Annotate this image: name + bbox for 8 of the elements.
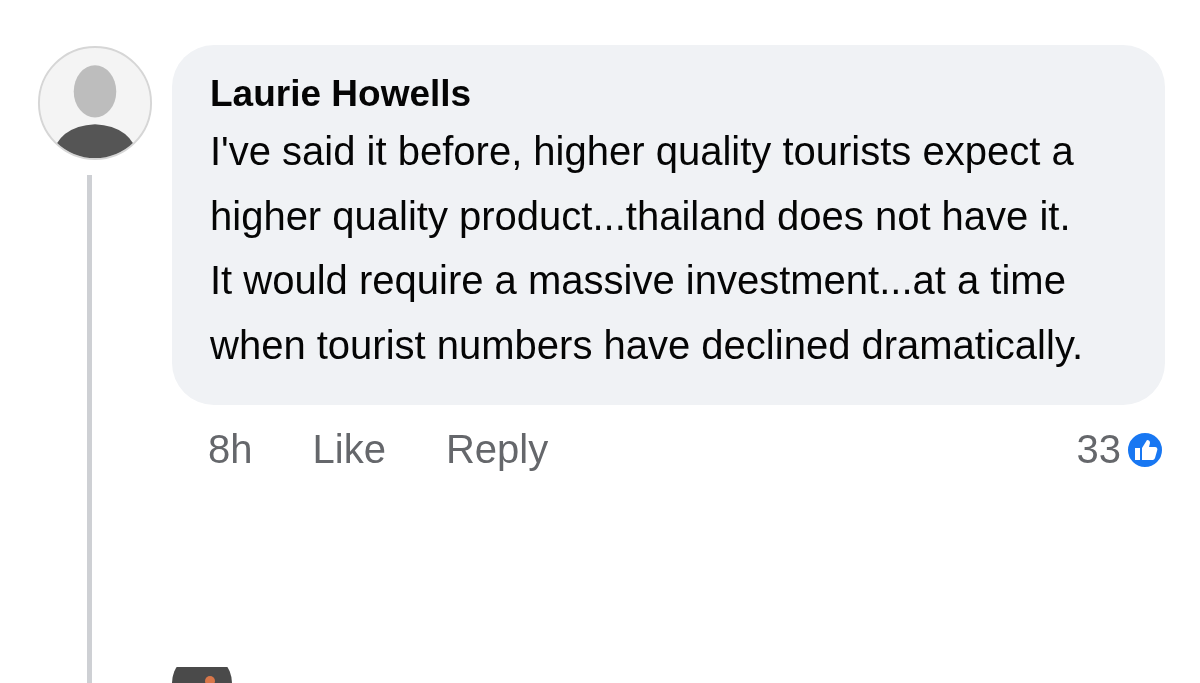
action-link[interactable]: Like: [312, 427, 386, 472]
comment-text: I've said it before, higher quality tourists expect a higher quality product...thailand does not have it. It would require a massive investment...at a time when tourist numbers have declined dramatically.: [210, 128, 1085, 369]
reaction-count[interactable]: 33: [1076, 427, 1121, 472]
action-link[interactable]: Reply: [445, 427, 549, 472]
avatar[interactable]: [172, 667, 232, 683]
avatar[interactable]: [36, 45, 153, 161]
timestamp[interactable]: 8h: [208, 427, 253, 472]
author-name[interactable]: Laurie Howells: [210, 69, 1127, 119]
